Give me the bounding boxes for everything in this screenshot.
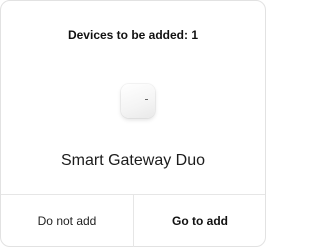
go-to-add-button[interactable]: Go to add: [134, 195, 266, 247]
device-name: Smart Gateway Duo: [60, 152, 206, 169]
add-devices-dialog: Devices to be added: 1 Smart Gateway Duo…: [0, 0, 266, 247]
dialog-title: Devices to be added: 1: [67, 28, 199, 42]
do-not-add-button[interactable]: Do not add: [1, 195, 133, 247]
device-indicator-light: [145, 99, 148, 100]
gateway-device-icon: [121, 84, 155, 118]
